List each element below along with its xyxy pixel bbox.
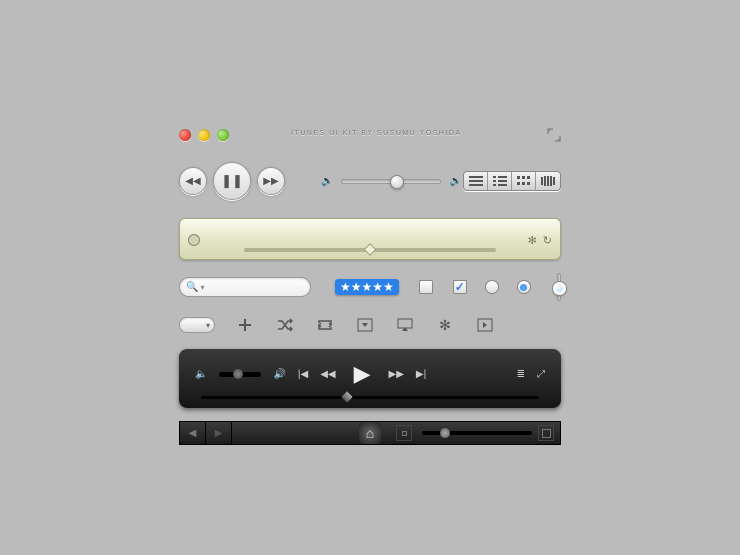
pause-button[interactable]: ❚❚ [213, 162, 251, 200]
search-field[interactable]: 🔍 ▾ [179, 277, 311, 297]
rewind-button[interactable]: ◀◀ [320, 369, 335, 380]
rating-widget[interactable]: ★★★★★ [335, 279, 399, 295]
star-icon: ★ [340, 281, 351, 293]
expand-icon[interactable] [547, 128, 561, 142]
search-input[interactable] [204, 282, 294, 293]
nav-home-button[interactable]: ⌂ [359, 422, 381, 444]
star-icon: ★ [383, 281, 394, 293]
dark-volume-low-icon: 🔈 [195, 369, 207, 380]
zoom-out-button[interactable] [396, 425, 412, 441]
volume-low-icon: 🔈 [321, 176, 333, 187]
repeat-icon[interactable] [317, 317, 333, 333]
fullscreen-icon[interactable]: ⤢ [537, 369, 545, 380]
visualizer-icon[interactable]: ✻ [437, 317, 453, 333]
shuffle-icon[interactable] [277, 317, 293, 333]
app-title: ITUNES UI KIT BY SUSUMU YOSHIDA [291, 130, 462, 137]
forward-box-icon[interactable] [477, 317, 493, 333]
dark-volume-thumb[interactable] [233, 369, 243, 379]
zoom-in-button[interactable] [538, 425, 554, 441]
lcd-progress[interactable] [244, 248, 496, 252]
view-list[interactable] [464, 172, 488, 190]
dark-volume-high-icon: 🔊 [273, 369, 285, 380]
playlist-icon[interactable]: ≣ [517, 369, 525, 380]
volume-slider[interactable] [341, 179, 441, 184]
radio-on[interactable] [517, 280, 531, 294]
checkbox-unchecked[interactable] [419, 280, 433, 294]
dark-play-button[interactable]: ▶ [348, 361, 377, 387]
airplay-icon[interactable] [397, 317, 413, 333]
nav-forward-button[interactable]: ▶ [206, 422, 232, 444]
lcd-progress-thumb[interactable] [364, 243, 377, 256]
eject-icon[interactable]: ↻ [543, 234, 552, 247]
skip-forward-button[interactable]: ▶| [416, 369, 426, 380]
visualizer-icon[interactable]: ✻ [528, 234, 537, 247]
vertical-slider-thumb[interactable] [553, 282, 566, 295]
star-icon: ★ [351, 281, 362, 293]
view-grid[interactable] [512, 172, 536, 190]
radio-off[interactable] [485, 280, 499, 294]
dropdown-icon[interactable] [357, 317, 373, 333]
dark-progress[interactable] [201, 396, 539, 399]
close-window[interactable] [179, 129, 191, 141]
view-columns[interactable] [488, 172, 512, 190]
skip-back-button[interactable]: |◀ [298, 369, 308, 380]
search-icon: 🔍 [186, 282, 198, 293]
star-icon: ★ [372, 281, 383, 293]
star-icon: ★ [362, 281, 373, 293]
dark-progress-thumb[interactable] [341, 391, 352, 402]
previous-button[interactable]: ◀◀ [179, 167, 207, 195]
view-coverflow[interactable] [536, 172, 560, 190]
zoom-slider[interactable] [422, 431, 532, 435]
dark-volume-slider[interactable] [219, 372, 261, 377]
fast-forward-button[interactable]: ▶▶ [389, 369, 404, 380]
pill-dropdown[interactable]: ▾ [179, 317, 215, 333]
next-button[interactable]: ▶▶ [257, 167, 285, 195]
vertical-slider[interactable] [557, 273, 561, 301]
minimize-window[interactable] [198, 129, 210, 141]
lcd-play-icon[interactable] [188, 234, 200, 246]
zoom-window[interactable] [217, 129, 229, 141]
lcd-display: ✻ ↻ [179, 218, 561, 260]
volume-thumb[interactable] [390, 175, 404, 189]
view-switcher [463, 171, 561, 191]
nav-back-button[interactable]: ◀ [180, 422, 206, 444]
volume-high-icon: 🔊 [449, 176, 461, 187]
zoom-thumb[interactable] [440, 428, 450, 438]
dark-player: 🔈 🔊 |◀ ◀◀ ▶ ▶▶ ▶| ≣ ⤢ [179, 349, 561, 408]
bottom-navbar: ◀ ▶ ⌂ [179, 421, 561, 445]
checkbox-checked[interactable]: ✓ [453, 280, 467, 294]
plus-icon[interactable] [237, 317, 253, 333]
